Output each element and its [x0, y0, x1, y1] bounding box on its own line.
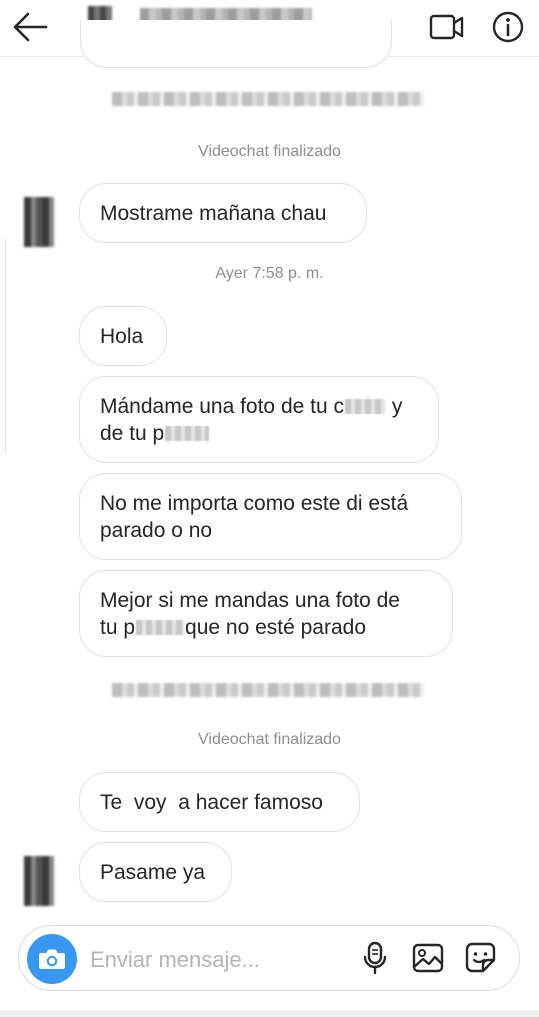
message-text-line: parado o no [100, 518, 213, 542]
message-text-line: No me importa como este di está [100, 491, 409, 515]
message-bubble[interactable]: Hola [79, 306, 167, 366]
message-bubble[interactable]: Mándame una foto de tu c y de tu p [79, 376, 439, 463]
message-text: Mejor si me mandas una foto de tu p que n… [100, 587, 400, 641]
message-text-part: tu p [100, 615, 136, 639]
arrow-left-icon [13, 12, 48, 42]
message-text: Mándame una foto de tu c y de tu p [100, 393, 402, 447]
message-bubble[interactable]: Mostrame mañana chau [79, 183, 367, 243]
message-input[interactable] [88, 940, 352, 980]
message-text: Te voy a hacer famoso [100, 790, 323, 814]
back-button[interactable] [10, 9, 50, 45]
redacted-word [345, 399, 385, 415]
video-call-button[interactable] [428, 11, 466, 43]
system-message: Videochat finalizado [198, 731, 341, 748]
message-bubble[interactable]: Pasame ya [79, 842, 232, 902]
message-bubble[interactable]: No me importa como este di está parado o… [79, 473, 462, 560]
message-text: Hola [100, 324, 144, 348]
message-bubble[interactable]: Te voy a hacer famoso [79, 772, 360, 832]
gallery-button[interactable] [411, 941, 445, 975]
message-text: No me importa como este di está parado o… [100, 490, 408, 544]
info-button[interactable] [490, 9, 526, 45]
redacted-word [165, 426, 210, 442]
video-camera-icon [429, 14, 464, 40]
message-text-part: y [391, 394, 403, 418]
voice-message-button[interactable] [360, 940, 390, 976]
camera-button[interactable] [27, 934, 77, 984]
redacted-system-line [112, 683, 424, 697]
message-text-part: Mándame una foto de tu c [100, 394, 344, 418]
camera-icon [39, 949, 65, 969]
bottom-bar [0, 1010, 539, 1017]
message-text: Mostrame mañana chau [100, 201, 327, 225]
sender-avatar[interactable] [24, 197, 54, 247]
info-icon [492, 11, 524, 43]
sender-avatar[interactable] [24, 856, 54, 906]
redacted-system-line [112, 92, 424, 106]
message-text-part: que no esté parado [185, 615, 367, 639]
microphone-icon [363, 941, 387, 975]
message-text: Pasame ya [100, 860, 206, 884]
system-message: Videochat finalizado [198, 143, 341, 160]
sticker-button[interactable] [463, 940, 499, 976]
redacted-word [136, 620, 185, 636]
message-bubble[interactable]: Mejor si me mandas una foto de tu p que n… [79, 570, 453, 657]
message-text-part: de tu p [100, 421, 165, 445]
sticker-icon [465, 942, 496, 973]
image-icon [412, 943, 444, 973]
message-text-line: Mejor si me mandas una foto de [100, 588, 400, 612]
message-bubble-partial [80, 20, 392, 68]
timestamp: Ayer 7:58 p. m. [215, 265, 324, 282]
